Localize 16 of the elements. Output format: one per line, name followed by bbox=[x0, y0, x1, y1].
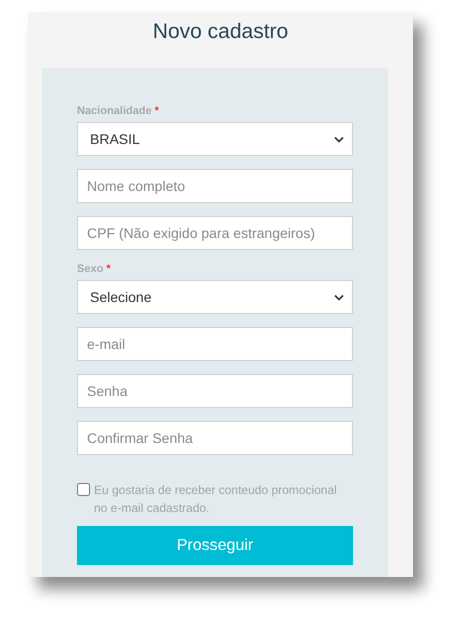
chevron-down-icon bbox=[334, 294, 344, 300]
field-label: Nacionalidade bbox=[77, 105, 152, 117]
chevron-down-icon bbox=[334, 136, 344, 142]
consent-checkbox[interactable] bbox=[77, 483, 90, 496]
input-field[interactable]: CPF (Não exigido para estrangeiros) bbox=[77, 216, 353, 250]
dropdown-select[interactable]: Selecione bbox=[77, 280, 353, 314]
input-field[interactable]: Senha bbox=[77, 374, 353, 408]
required-mark: * bbox=[154, 105, 159, 117]
form-title: Novo cadastro bbox=[152, 19, 290, 45]
dropdown-select[interactable]: BRASIL bbox=[77, 122, 353, 156]
input-field[interactable]: e-mail bbox=[77, 327, 353, 361]
field-label: Sexo bbox=[77, 263, 104, 275]
input-field[interactable]: Nome completo bbox=[77, 169, 353, 203]
required-mark: * bbox=[106, 263, 111, 275]
input-field[interactable]: Confirmar Senha bbox=[77, 421, 353, 455]
consent-label: Eu gostaria de receber conteudo promocional no e-mail cadastrado. bbox=[94, 482, 338, 517]
